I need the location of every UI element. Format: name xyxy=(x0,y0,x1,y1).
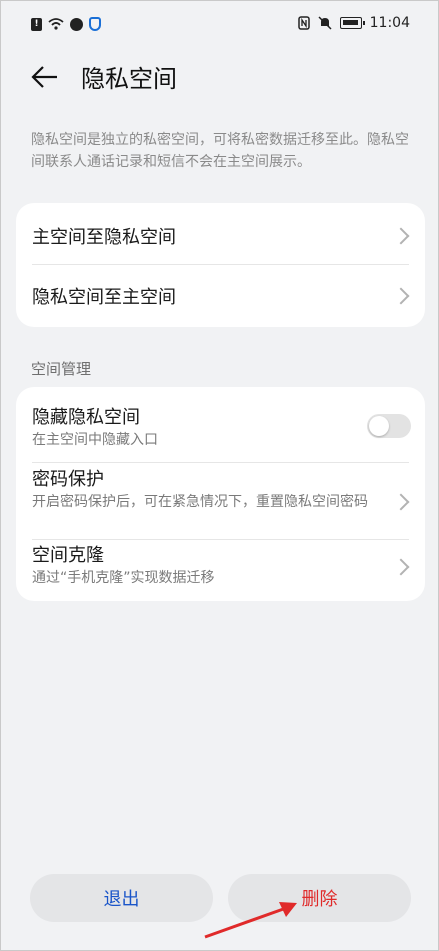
chevron-right-icon xyxy=(392,558,410,576)
exit-button[interactable]: 退出 xyxy=(30,874,213,922)
chevron-right-icon xyxy=(392,287,410,305)
row-subtitle: 在主空间中隐藏入口 xyxy=(32,432,158,448)
page-description: 隐私空间是独立的私密空间，可将私密数据迁移至此。隐私空间联系人通话记录和短信不会… xyxy=(31,132,409,170)
transfer-private-to-main[interactable]: 隐私空间至主空间 xyxy=(16,265,425,327)
status-icons-left: ! xyxy=(31,17,101,31)
hide-toggle-switch[interactable] xyxy=(367,414,411,438)
annotation-arrow-icon xyxy=(204,902,297,939)
row-label: 隐私空间至主空间 xyxy=(32,287,176,308)
app-icon xyxy=(70,17,83,31)
status-icons-right: 11:04 xyxy=(297,15,410,31)
shield-icon xyxy=(89,17,101,31)
nfc-icon xyxy=(297,16,310,30)
chevron-right-icon xyxy=(392,493,410,511)
hide-private-space-row[interactable]: 隐藏隐私空间 在主空间中隐藏入口 xyxy=(16,387,425,463)
toggle-knob xyxy=(369,416,389,436)
alert-icon: ! xyxy=(31,17,42,31)
battery-icon xyxy=(339,17,365,29)
chevron-right-icon xyxy=(392,227,410,245)
management-card: 隐藏隐私空间 在主空间中隐藏入口 密码保护 开启密码保护后，可在紧急情况下，重置… xyxy=(16,387,425,601)
transfer-main-to-private[interactable]: 主空间至隐私空间 xyxy=(16,203,425,265)
row-label: 隐藏隐私空间 xyxy=(32,407,140,428)
status-bar: ! 11:04 xyxy=(1,1,438,49)
row-subtitle: 通过“手机克隆”实现数据迁移 xyxy=(32,570,215,586)
row-label: 主空间至隐私空间 xyxy=(32,227,176,248)
row-label: 空间克隆 xyxy=(32,545,104,566)
transfer-card: 主空间至隐私空间 隐私空间至主空间 xyxy=(16,203,425,327)
back-arrow-icon[interactable] xyxy=(29,61,61,93)
status-time: 11:04 xyxy=(369,15,410,31)
row-label: 密码保护 xyxy=(32,469,104,490)
section-title: 空间管理 xyxy=(31,360,92,378)
wifi-icon xyxy=(48,18,64,30)
space-clone-row[interactable]: 空间克隆 通过“手机克隆”实现数据迁移 xyxy=(16,539,425,601)
row-subtitle: 开启密码保护后，可在紧急情况下，重置隐私空间密码 xyxy=(32,494,368,510)
page-header: 隐私空间 xyxy=(1,53,438,101)
mute-icon xyxy=(318,16,332,30)
password-protection-row[interactable]: 密码保护 开启密码保护后，可在紧急情况下，重置隐私空间密码 xyxy=(16,463,425,539)
page-title: 隐私空间 xyxy=(81,65,177,93)
